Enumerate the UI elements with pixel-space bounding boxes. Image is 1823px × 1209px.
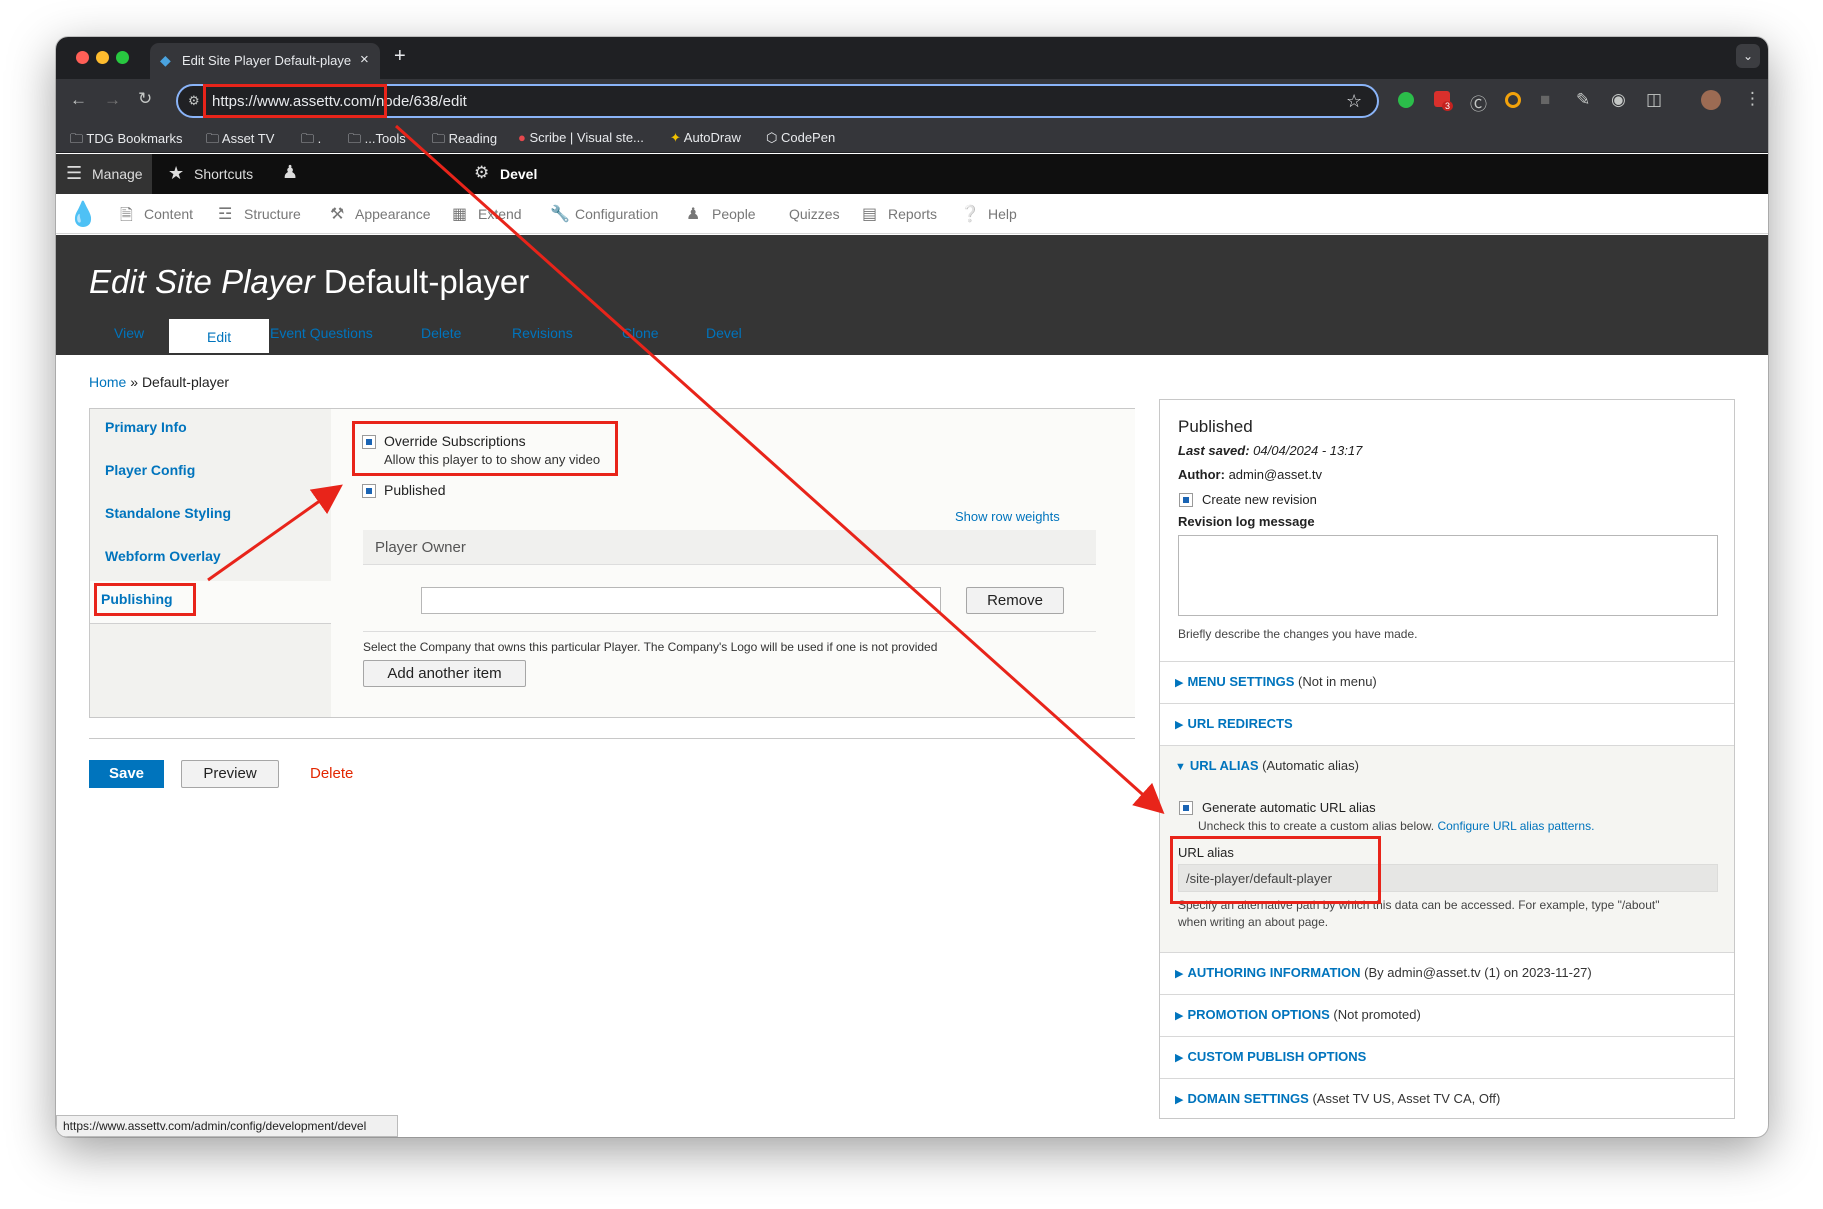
arrow-url-to-alias xyxy=(394,124,1165,815)
arrow-publishing-to-override xyxy=(207,484,343,582)
annotation-arrows xyxy=(207,124,1165,815)
